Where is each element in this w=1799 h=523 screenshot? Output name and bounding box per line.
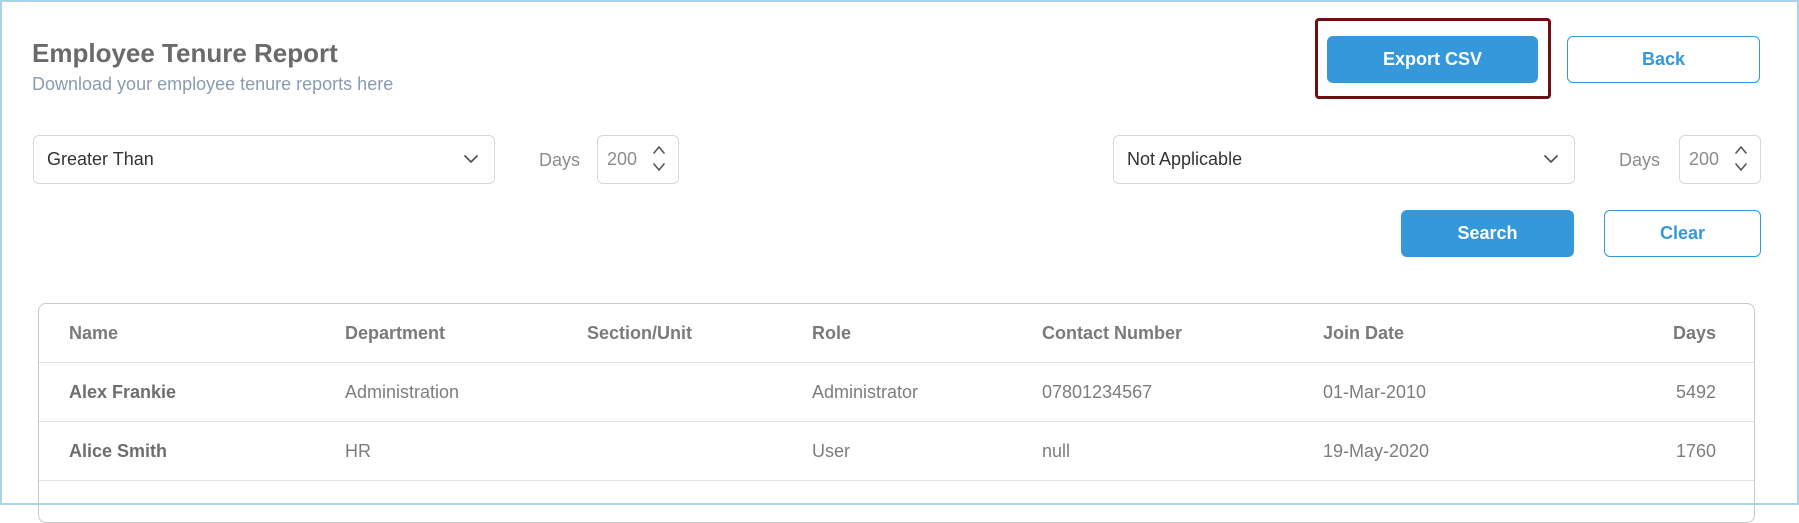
column-header-section-unit[interactable]: Section/Unit [587, 304, 692, 363]
page-subtitle: Download your employee tenure reports he… [32, 74, 394, 94]
comparison-select-2[interactable]: Not Applicable [1113, 135, 1575, 184]
cell-join-date: 19-May-2020 [1323, 441, 1430, 461]
cell-contact-number: null [1042, 441, 1071, 461]
search-button[interactable]: Search [1401, 210, 1574, 257]
clear-button[interactable]: Clear [1604, 210, 1761, 257]
cell-role: User [812, 441, 851, 461]
cell-days: 5492 [1675, 382, 1716, 402]
cell-name: Alice Smith [69, 441, 168, 461]
days-stepper-2[interactable]: 200 [1679, 135, 1761, 184]
up-down-arrows-icon[interactable] [1734, 143, 1748, 174]
cell-contact-number: 07801234567 [1042, 382, 1153, 402]
comparison-select-2-value: Not Applicable [1127, 149, 1243, 169]
page-title: Employee Tenure Report [32, 38, 338, 68]
chevron-down-icon [462, 150, 480, 173]
table-row[interactable]: Alex Frankie Administration Administrato… [39, 363, 1754, 422]
cell-department: Administration [345, 382, 460, 402]
column-header-join-date[interactable]: Join Date [1323, 304, 1404, 363]
comparison-select-1-value: Greater Than [47, 149, 154, 169]
cell-join-date: 01-Mar-2010 [1323, 382, 1427, 402]
cell-name: Alex Frankie [69, 382, 177, 402]
export-csv-button[interactable]: Export CSV [1327, 36, 1538, 83]
up-down-arrows-icon[interactable] [652, 143, 666, 174]
days-label-2: Days [1619, 150, 1661, 170]
chevron-down-icon [1542, 150, 1560, 173]
column-header-days[interactable]: Days [1673, 304, 1716, 363]
column-header-department[interactable]: Department [345, 304, 445, 363]
cell-department: HR [345, 441, 371, 461]
tenure-table: Name Department Section/Unit Role Contac… [38, 303, 1755, 523]
column-header-role[interactable]: Role [812, 304, 851, 363]
column-header-contact-number[interactable]: Contact Number [1042, 304, 1182, 363]
days-stepper-1-value: 200 [607, 149, 638, 169]
days-stepper-1[interactable]: 200 [597, 135, 679, 184]
table-header-row: Name Department Section/Unit Role Contac… [39, 304, 1754, 363]
back-button[interactable]: Back [1567, 36, 1760, 83]
comparison-select-1[interactable]: Greater Than [33, 135, 495, 184]
column-header-name[interactable]: Name [69, 304, 118, 363]
cell-role: Administrator [812, 382, 919, 402]
days-label-1: Days [539, 150, 581, 170]
cell-days: 1760 [1675, 441, 1716, 461]
days-stepper-2-value: 200 [1689, 149, 1720, 169]
table-row[interactable]: Alice Smith HR User null 19-May-2020 176… [39, 422, 1754, 481]
